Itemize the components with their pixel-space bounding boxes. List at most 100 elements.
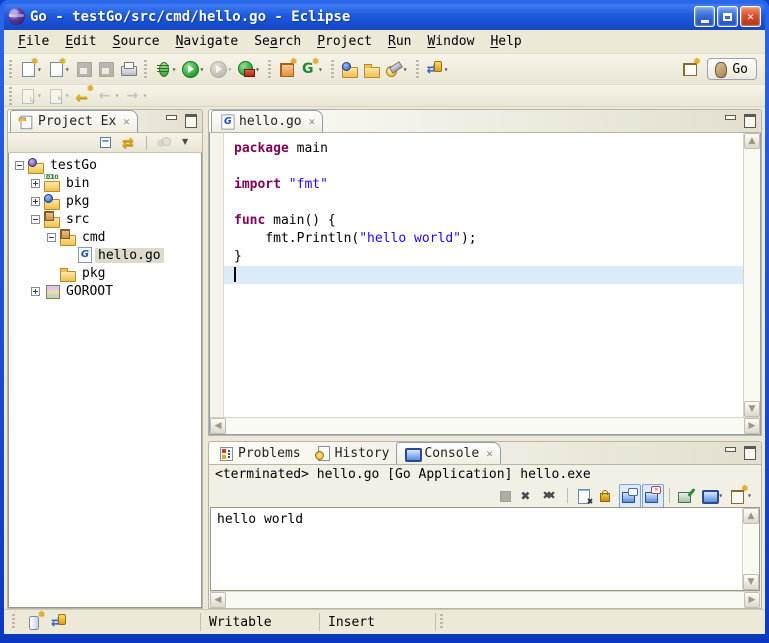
grip-handle[interactable] [9, 87, 12, 105]
grip-handle[interactable] [144, 60, 147, 78]
scroll-up-icon[interactable]: ▲ [744, 133, 760, 149]
new-go-project-button[interactable] [276, 57, 298, 81]
expand-icon[interactable] [31, 287, 40, 296]
scroll-up-icon[interactable]: ▲ [743, 508, 759, 524]
go-perspective-button[interactable]: Go [707, 58, 757, 80]
new-go-file-button[interactable]: ▾ [298, 57, 326, 81]
menu-item-navigate[interactable]: Navigate [168, 32, 247, 51]
tree-item-cmd[interactable]: cmd [9, 228, 201, 246]
scroll-right-icon[interactable]: ▶ [744, 418, 760, 434]
save-all-button[interactable] [95, 57, 117, 81]
collapse-icon[interactable] [31, 215, 40, 224]
scrollbar-track[interactable] [226, 592, 744, 608]
scroll-down-icon[interactable]: ▼ [743, 574, 759, 590]
display-console-button[interactable]: ▾ [698, 484, 726, 508]
editor-vertical-scrollbar[interactable]: ▲ ▼ [743, 133, 760, 417]
external-tools-button[interactable]: ▾ [235, 57, 263, 81]
project-tree[interactable]: testGobinpkgsrccmdhello.gopkgGOROOT [8, 153, 202, 608]
grip-handle[interactable] [331, 60, 334, 78]
tree-item-hello-go[interactable]: hello.go [9, 246, 201, 264]
grip-handle[interactable] [440, 614, 443, 630]
chevron-down-icon[interactable]: ▾ [115, 91, 120, 100]
chevron-down-icon[interactable]: ▾ [227, 65, 232, 74]
chevron-down-icon[interactable]: ▾ [37, 91, 42, 100]
show-stdout-button[interactable] [619, 484, 641, 508]
tab-hello-go[interactable]: hello.go ✕ [211, 110, 323, 132]
run-button[interactable]: ▾ [179, 57, 207, 81]
debug-button[interactable]: ▾ [152, 57, 180, 81]
menu-item-run[interactable]: Run [380, 32, 419, 51]
show-stderr-button[interactable] [642, 484, 664, 508]
filter-button[interactable] [152, 131, 174, 155]
scroll-left-icon[interactable]: ◀ [210, 418, 226, 434]
tab-history[interactable]: History [308, 442, 397, 464]
console-vertical-scrollbar[interactable]: ▲ ▼ [742, 508, 759, 590]
scrollbar-track[interactable] [743, 524, 759, 574]
tree-item-pkg[interactable]: pkg [9, 264, 201, 282]
new-wizard-button[interactable]: ▾ [17, 57, 45, 81]
code-editor[interactable]: package mainimport "fmt"func main() { fm… [224, 133, 743, 417]
menu-item-edit[interactable]: Edit [57, 32, 104, 51]
import-go-element-button[interactable] [339, 57, 361, 81]
remove-launch-button[interactable] [517, 484, 539, 508]
back-button[interactable]: ▾ [95, 84, 123, 108]
chevron-down-icon[interactable]: ▾ [444, 65, 449, 74]
menu-item-project[interactable]: Project [309, 32, 380, 51]
tree-item-pkg[interactable]: pkg [9, 192, 201, 210]
minimize-view-icon[interactable] [723, 445, 738, 458]
scroll-lock-button[interactable] [596, 484, 618, 508]
maximize-button[interactable] [717, 6, 738, 27]
open-resource-button[interactable] [361, 57, 383, 81]
chevron-down-icon[interactable]: ▾ [172, 65, 177, 74]
scroll-left-icon[interactable]: ◀ [210, 592, 226, 608]
menu-item-source[interactable]: Source [105, 32, 168, 51]
collapse-icon[interactable] [15, 161, 24, 170]
remove-all-terminated-button[interactable] [540, 484, 562, 508]
tree-item-src[interactable]: src [9, 210, 201, 228]
chevron-down-icon[interactable]: ▾ [718, 491, 723, 500]
maximize-view-icon[interactable] [742, 113, 757, 126]
print-button[interactable] [117, 57, 139, 81]
grip-handle[interactable] [416, 60, 419, 78]
grip-handle[interactable] [268, 60, 271, 78]
minimize-button[interactable] [694, 6, 715, 27]
menu-item-help[interactable]: Help [482, 32, 529, 51]
close-icon[interactable]: ✕ [486, 447, 493, 460]
next-annotation-button[interactable]: ▾ [17, 84, 45, 108]
menu-item-file[interactable]: File [10, 32, 57, 51]
expand-icon[interactable] [31, 197, 40, 206]
forward-button[interactable]: ▾ [122, 84, 150, 108]
tab-console[interactable]: Console✕ [396, 442, 500, 464]
minimize-view-icon[interactable] [164, 113, 179, 126]
save-button[interactable] [73, 57, 95, 81]
minimize-view-icon[interactable] [723, 113, 738, 126]
title-bar[interactable]: Go - testGo/src/cmd/hello.go - Eclipse ✕ [4, 3, 765, 30]
tab-problems[interactable]: Problems [211, 442, 308, 464]
view-menu-button[interactable] [176, 131, 198, 155]
chevron-down-icon[interactable]: ▾ [65, 91, 70, 100]
close-icon[interactable]: ✕ [123, 115, 130, 128]
tree-item-goroot[interactable]: GOROOT [9, 282, 201, 300]
tree-item-bin[interactable]: bin [9, 174, 201, 192]
open-perspective-button[interactable] [679, 57, 701, 81]
scrollbar-track[interactable] [744, 149, 760, 401]
maximize-view-icon[interactable] [742, 445, 757, 458]
close-icon[interactable]: ✕ [309, 115, 316, 128]
scroll-right-icon[interactable]: ▶ [744, 592, 760, 608]
scroll-down-icon[interactable]: ▼ [744, 401, 760, 417]
last-edit-location-button[interactable] [73, 84, 95, 108]
fastview-new-icon[interactable] [27, 614, 43, 630]
menu-item-search[interactable]: Search [246, 32, 309, 51]
search-button[interactable]: ▾ [383, 57, 411, 81]
link-with-editor-button[interactable] [119, 131, 141, 155]
menu-item-window[interactable]: Window [419, 32, 482, 51]
grip-handle[interactable] [12, 614, 15, 630]
annotation-ruler[interactable] [210, 133, 224, 417]
open-console-button[interactable]: ▾ [727, 484, 755, 508]
console-horizontal-scrollbar[interactable]: ◀ ▶ [210, 591, 760, 608]
grip-handle[interactable] [9, 60, 12, 78]
chevron-down-icon[interactable]: ▾ [142, 91, 147, 100]
chevron-down-icon[interactable]: ▾ [199, 65, 204, 74]
fastview-sync-icon[interactable] [51, 614, 67, 630]
tab-project-explorer[interactable]: Project Ex ✕ [10, 110, 138, 132]
